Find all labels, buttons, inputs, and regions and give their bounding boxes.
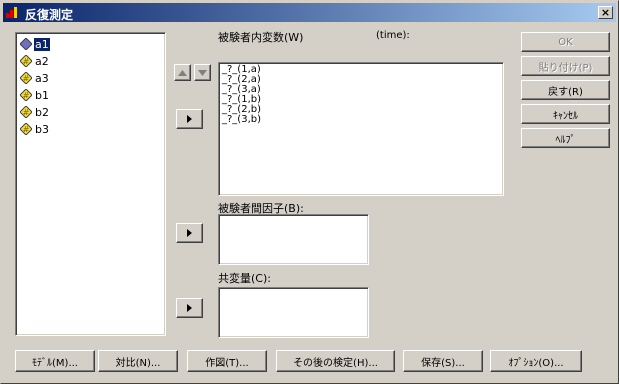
title-bar[interactable]: 反復測定 × [3,3,616,22]
scale-diamond-icon: # [20,123,32,135]
variable-item[interactable]: a1 [20,36,51,52]
posthoc-button[interactable]: その後の検定(H)... [276,350,395,372]
variable-item[interactable]: # b2 [20,104,50,120]
variable-label: a1 [33,36,51,52]
between-subjects-list[interactable] [218,214,369,265]
model-button[interactable]: ﾓﾃﾞﾙ(M)... [15,350,95,372]
contrast-button[interactable]: 対比(N)... [98,350,178,372]
plots-button[interactable]: 作図(T)... [187,350,267,372]
svg-text:#: # [23,125,30,134]
ok-button[interactable]: OK [521,32,610,52]
close-button[interactable]: × [598,6,613,19]
reset-button[interactable]: 戻す(R) [521,80,610,100]
cancel-button[interactable]: ｷｬﾝｾﾙ [521,104,610,124]
move-within-button[interactable] [176,109,203,129]
variable-label: a3 [35,71,49,85]
window-title: 反復測定 [25,8,74,22]
variable-label: a2 [35,54,49,68]
right-arrow-icon [187,304,192,312]
svg-text:#: # [23,91,30,100]
move-down-button[interactable] [194,64,211,81]
move-between-button[interactable] [176,223,203,243]
scale-diamond-icon: # [20,55,32,67]
options-button[interactable]: ｵﾌﾟｼｮﾝ(O)... [490,350,582,372]
app-icon [6,7,17,18]
scale-diamond-icon: # [20,106,32,118]
variable-label: b1 [35,88,49,102]
help-button[interactable]: ﾍﾙﾌﾟ [521,128,610,148]
up-arrow-icon [178,69,187,76]
move-covariate-button[interactable] [176,298,203,318]
right-arrow-icon [187,115,192,123]
move-up-button[interactable] [174,64,191,81]
repeated-measures-dialog: 反復測定 × a1 # a2 # a3 # b1 # b2 # b3 被験者内変数(W) (time… [0,0,619,384]
scale-diamond-icon: # [20,89,32,101]
right-arrow-icon [187,229,192,237]
variable-item[interactable]: # a3 [20,70,50,86]
svg-text:#: # [23,108,30,117]
svg-text:#: # [23,57,30,66]
scale-diamond-icon: # [20,72,32,84]
covariates-list[interactable] [218,287,369,338]
paste-button[interactable]: 貼り付け(P) [521,56,610,76]
within-subjects-list[interactable]: _?_(1,a) _?_(2,a) _?_(3,a) _?_(1,b) _?_(2,b)… [218,62,504,196]
within-item[interactable]: _?_(3,b) [222,115,261,125]
variable-label: b3 [35,122,49,136]
variable-item[interactable]: # b3 [20,121,50,137]
variable-label: b2 [35,105,49,119]
source-variable-list[interactable]: a1 # a2 # a3 # b1 # b2 # b3 [15,32,166,336]
factor-hint-label: (time): [376,30,410,41]
covariates-label: 共変量(C): [218,272,271,285]
scale-diamond-icon [20,38,32,50]
save-button[interactable]: 保存(S)... [403,350,483,372]
variable-item[interactable]: # b1 [20,87,50,103]
within-subjects-label: 被験者内変数(W) [218,31,304,44]
svg-text:#: # [23,74,30,83]
variable-item[interactable]: # a2 [20,53,50,69]
down-arrow-icon [198,69,207,76]
